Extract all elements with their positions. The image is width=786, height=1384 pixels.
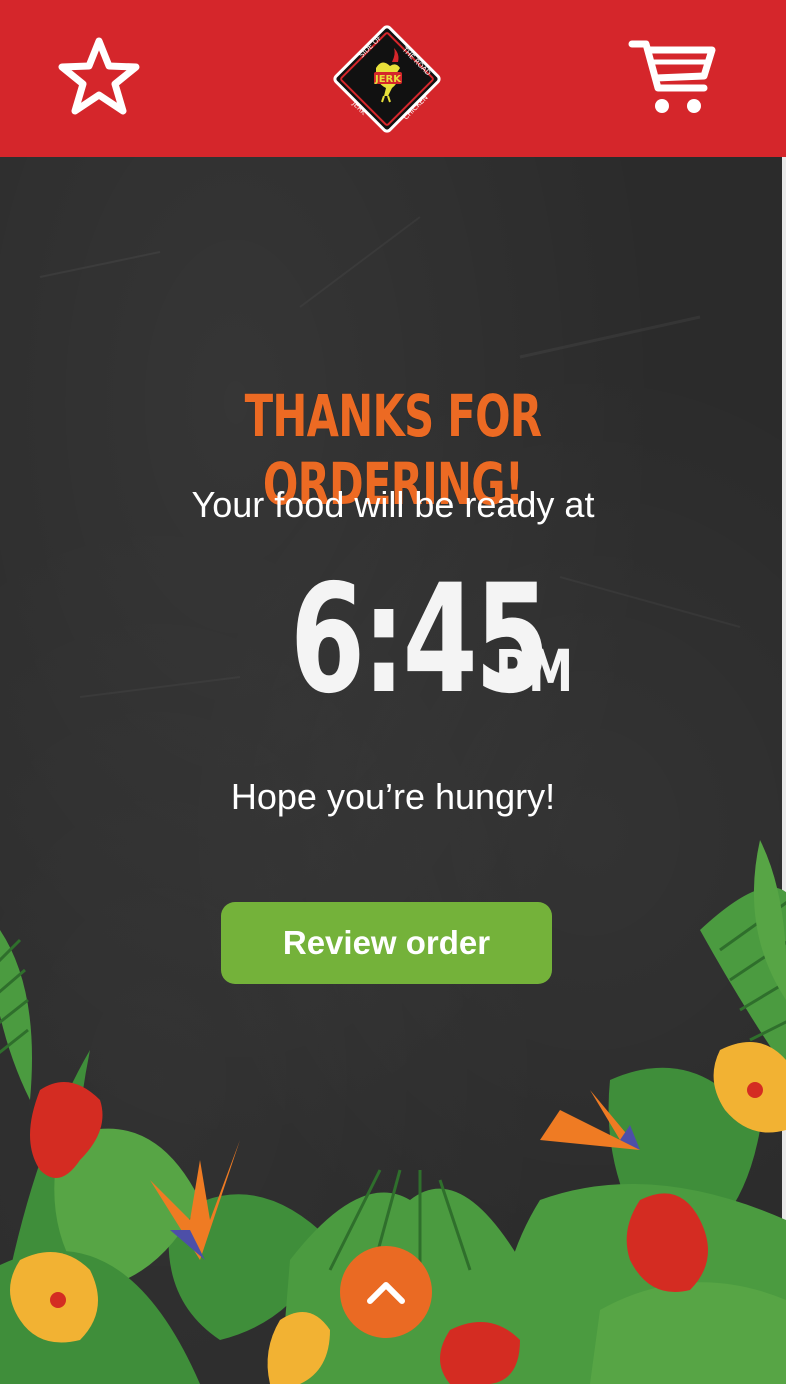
chevron-up-icon — [367, 1282, 405, 1304]
ready-time-ampm: PM — [495, 637, 574, 705]
cart-button[interactable] — [628, 36, 718, 118]
ready-time-label: Your food will be ready at — [191, 484, 595, 525]
brand-logo[interactable]: SIDE OF THE ROAD JERK CHICKEN JERK — [330, 22, 444, 136]
app-header: SIDE OF THE ROAD JERK CHICKEN JERK — [0, 0, 786, 157]
review-order-button[interactable]: Review order — [221, 902, 552, 984]
favorites-button[interactable] — [58, 36, 140, 116]
cart-icon — [628, 40, 716, 113]
ready-time: 6:45PM — [0, 565, 786, 715]
star-icon — [58, 37, 140, 115]
scroll-to-top-button[interactable] — [340, 1246, 432, 1338]
closing-message: Hope you’re hungry! — [230, 776, 556, 817]
svg-text:JERK: JERK — [374, 74, 402, 85]
